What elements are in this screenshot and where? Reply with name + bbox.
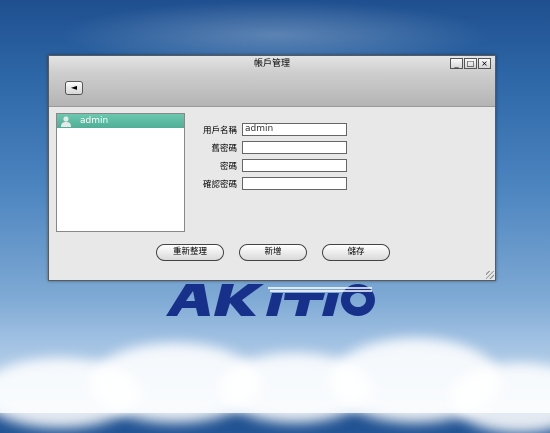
- back-button[interactable]: ◄: [65, 81, 83, 95]
- clouds-background: [0, 318, 550, 433]
- user-icon: [61, 116, 71, 127]
- old-password-label: 舊密碼: [211, 144, 237, 154]
- username-label: 用戶名稱: [202, 126, 237, 136]
- close-button[interactable]: ×: [478, 58, 491, 69]
- add-button[interactable]: 新增: [239, 244, 307, 261]
- save-button[interactable]: 儲存: [322, 244, 390, 261]
- confirm-password-label: 確認密碼: [202, 180, 237, 190]
- toolbar: ◄: [49, 72, 495, 107]
- confirm-password-field[interactable]: [242, 177, 347, 190]
- back-arrow-icon: ◄: [70, 83, 78, 92]
- akitio-logo: [166, 284, 375, 316]
- window-titlebar: 帳戶管理 _ □ ×: [49, 56, 495, 72]
- old-password-field[interactable]: [242, 141, 347, 154]
- window-controls: _ □ ×: [450, 58, 491, 69]
- password-field[interactable]: [242, 159, 347, 172]
- reset-button[interactable]: 重新整理: [156, 244, 224, 261]
- window-title: 帳戶管理: [253, 59, 290, 69]
- username-field[interactable]: admin: [242, 123, 347, 136]
- maximize-button[interactable]: □: [464, 58, 477, 69]
- minimize-button[interactable]: _: [450, 58, 463, 69]
- user-list-item[interactable]: admin: [57, 114, 184, 128]
- account-management-window: 帳戶管理 _ □ × ◄ admin 用戶名稱 admin 舊密碼 密碼 確認密…: [48, 55, 496, 281]
- resize-grip[interactable]: [486, 271, 494, 279]
- user-list[interactable]: admin: [56, 113, 185, 232]
- password-label: 密碼: [219, 162, 237, 172]
- user-list-item-label: admin: [80, 116, 109, 126]
